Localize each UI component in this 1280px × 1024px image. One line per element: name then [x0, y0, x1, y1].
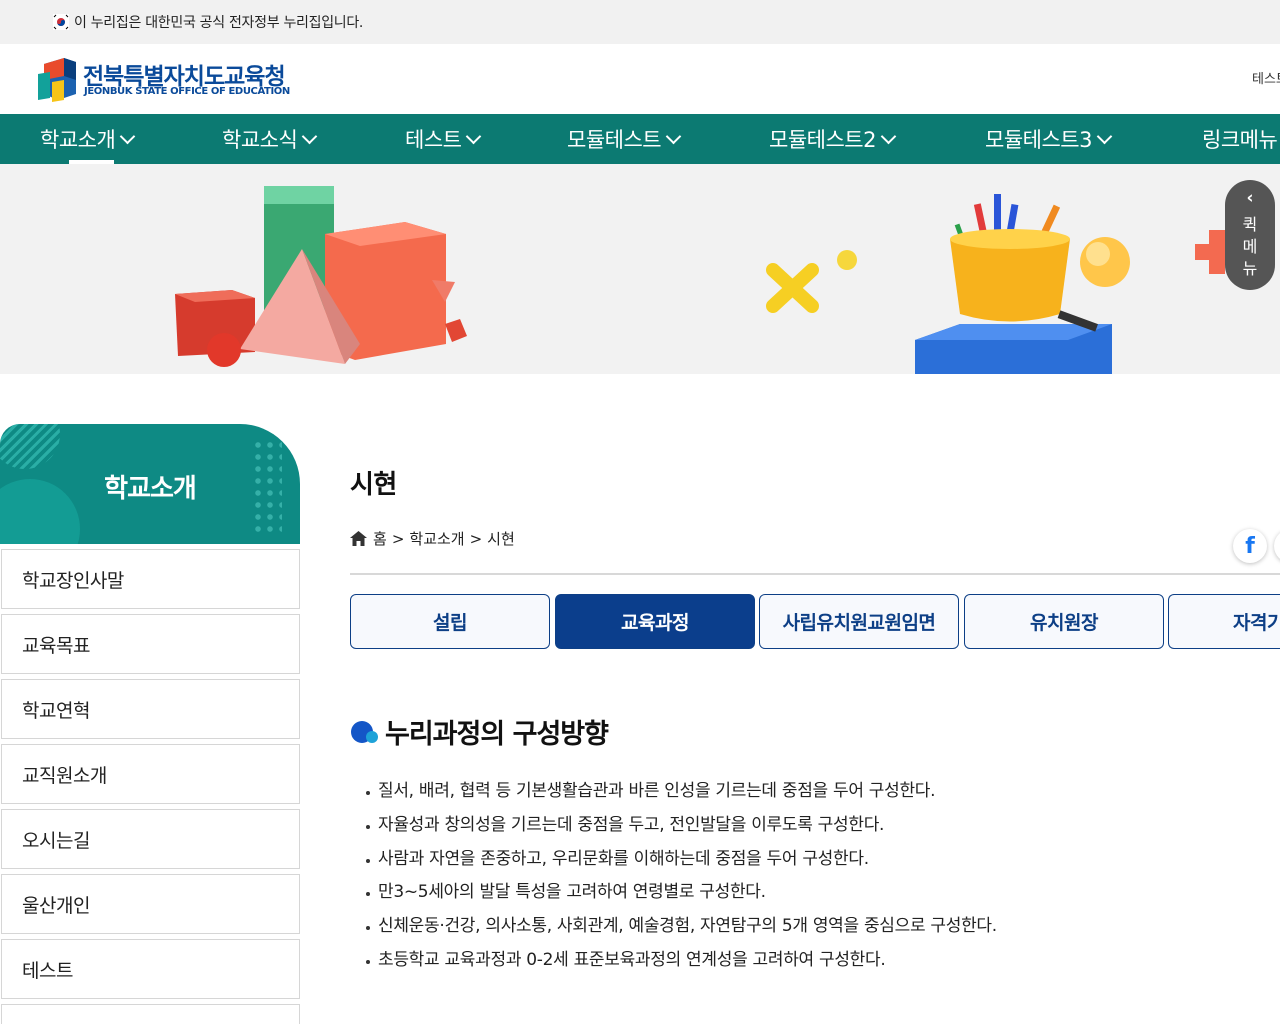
chevron-down-icon [120, 128, 136, 145]
quick-menu-label: 퀵 메 뉴 [1242, 215, 1258, 278]
sidebar-header: 학교소개 [0, 424, 300, 544]
list-item: 초등학교 교육과정과 0-2세 표준보육과정의 연계성을 고려하여 구성한다. [366, 948, 997, 982]
breadcrumb-separator: > [391, 529, 405, 548]
sidebar-item-school-history[interactable]: 학교연혁 [1, 679, 300, 739]
gnb-item-test[interactable]: 테스트 [405, 114, 482, 164]
tab-kindergarten-director[interactable]: 유치원장 [964, 594, 1164, 649]
gnb-item-module-test-3[interactable]: 모듈테스트3 [985, 114, 1113, 164]
gnb-item-label: 모듈테스트 [567, 128, 662, 152]
sidebar-item-staff[interactable]: 교직원소개 [1, 744, 300, 804]
quick-menu-button[interactable]: ‹ 퀵 메 뉴 [1225, 180, 1275, 290]
sidebar-item-directions[interactable]: 오시는길 [1, 809, 300, 869]
gnb-item-label: 테스트 [405, 128, 462, 152]
content-bullet-list: 질서, 배려, 협력 등 기본생활습관과 바른 인성을 기르는데 중점을 두어 … [366, 779, 997, 982]
logo-icon[interactable] [38, 56, 78, 102]
gnb-item-label: 학교소개 [40, 128, 116, 152]
sidebar-item-ulsan[interactable]: 울산개인 [1, 874, 300, 934]
chevron-left-icon: ‹ [1246, 188, 1254, 208]
header-util-link[interactable]: 테스트 [1252, 68, 1280, 87]
list-item: 자율성과 창의성을 기르는데 중점을 두고, 전인발달을 이루도록 구성한다. [366, 813, 997, 847]
gnb-item-label: 학교소식 [222, 128, 298, 152]
banner-illustration [175, 186, 1235, 374]
chevron-down-icon [880, 128, 897, 145]
breadcrumb-current: 시현 [487, 530, 515, 548]
gnb-item-label: 링크메뉴 [1202, 128, 1278, 152]
gnb-item-label: 모듈테스트2 [769, 128, 876, 152]
breadcrumb-home[interactable]: 홈 [373, 528, 387, 549]
gnb-item-label: 모듈테스트3 [985, 128, 1092, 152]
home-icon[interactable] [350, 531, 367, 546]
sidebar-item-education-goals[interactable]: 교육목표 [1, 614, 300, 674]
visual-banner [0, 164, 1280, 374]
tab-qualification[interactable]: 자격기 [1168, 594, 1280, 649]
sidebar-item-test[interactable]: 테스트 [1, 939, 300, 999]
logo-subtitle: JEONBUK STATE OFFICE OF EDUCATION [84, 86, 290, 97]
share-button[interactable] [1274, 529, 1280, 563]
breadcrumb-separator: > [469, 529, 483, 548]
chevron-down-icon [466, 128, 482, 145]
chevron-down-icon [1096, 128, 1113, 145]
gnb-item-module-test-2[interactable]: 모듈테스트2 [769, 114, 897, 164]
sidebar-item-more[interactable] [1, 1004, 300, 1024]
content-divider [350, 573, 1280, 575]
list-item: 신체운동·건강, 의사소통, 사회관계, 예술경험, 자연탐구의 5개 영역을 … [366, 914, 997, 948]
chevron-down-icon [302, 128, 318, 145]
page-title: 시현 [350, 470, 397, 500]
gnb-item-school-news[interactable]: 학교소식 [222, 114, 318, 164]
gov-banner-text: 이 누리집은 대한민국 공식 전자정부 누리집입니다. [74, 15, 364, 31]
list-item: 질서, 배려, 협력 등 기본생활습관과 바른 인성을 기르는데 중점을 두어 … [366, 779, 997, 813]
section-title: 누리과정의 구성방향 [350, 712, 609, 751]
gnb-item-school-intro[interactable]: 학교소개 [40, 114, 136, 164]
gnb-item-module-test[interactable]: 모듈테스트 [567, 114, 682, 164]
list-item: 사람과 자연을 존중하고, 우리문화를 이해하는데 중점을 두어 구성한다. [366, 847, 997, 881]
tab-private-kindergarten-appointment[interactable]: 사립유치원교원임면 [759, 594, 959, 649]
facebook-share-icon[interactable]: f [1233, 529, 1267, 563]
gov-banner: 이 누리집은 대한민국 공식 전자정부 누리집입니다. [0, 0, 1280, 44]
gnb-item-link-menu[interactable]: 링크메뉴 [1202, 114, 1278, 164]
site-header: 전북특별자치도교육청 JEONBUK STATE OFFICE OF EDUCA… [0, 44, 1280, 114]
main-navigation: 학교소개 학교소식 테스트 모듈테스트 모듈테스트2 모듈테스트3 링크메뉴 [0, 114, 1280, 164]
tab-establishment[interactable]: 설립 [350, 594, 550, 649]
blue-dot-icon [351, 720, 378, 743]
sidebar-item-principal-greeting[interactable]: 학교장인사말 [1, 549, 300, 609]
list-item: 만3~5세아의 발달 특성을 고려하여 연령별로 구성한다. [366, 880, 997, 914]
tab-curriculum[interactable]: 교육과정 [555, 594, 755, 649]
korea-flag-icon [53, 14, 69, 30]
chevron-down-icon [665, 128, 682, 145]
breadcrumb-level1[interactable]: 학교소개 [409, 528, 464, 549]
breadcrumb: 홈 > 학교소개 > 시현 [350, 528, 515, 549]
sidebar-title: 학교소개 [104, 474, 197, 504]
